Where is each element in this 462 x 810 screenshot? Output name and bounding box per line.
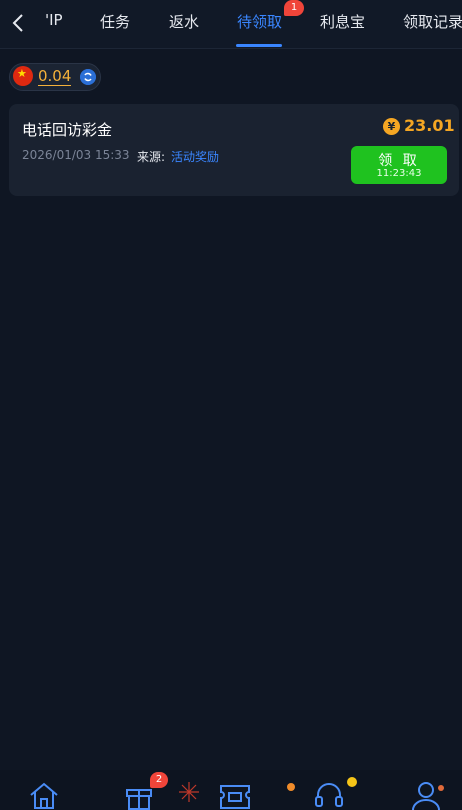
top-navigation: 'IP 任务 返水 待领取 利息宝 领取记录 1	[0, 0, 462, 49]
source-label: 来源:	[137, 150, 166, 164]
refresh-icon[interactable]	[80, 69, 96, 85]
reward-date: 2026/01/03 15:33	[22, 148, 130, 162]
tab-bar: 'IP 任务 返水 待领取 利息宝 领取记录	[42, 0, 462, 48]
support-icon[interactable]	[313, 780, 345, 810]
tab-rebate[interactable]: 返水	[169, 11, 199, 32]
balance-value: 0.04	[38, 67, 72, 86]
gift-badge: 2	[150, 772, 168, 788]
claim-button-label: 领 取	[378, 153, 420, 169]
reward-amount: 23.01	[404, 116, 455, 135]
tab-claim-history[interactable]: 领取记录	[403, 11, 462, 32]
tab-vip[interactable]: 'IP	[45, 11, 63, 29]
balance-pill: ★ 0.04	[9, 63, 101, 91]
claim-button[interactable]: 领 取 11:23:43	[351, 146, 447, 184]
back-arrow-icon[interactable]	[6, 10, 32, 36]
firework-icon	[179, 782, 199, 802]
home-icon[interactable]	[28, 780, 60, 810]
pending-count-badge: 1	[284, 0, 304, 16]
profile-icon[interactable]	[410, 780, 444, 810]
china-flag-icon: ★	[13, 66, 33, 86]
sparkle-icon	[287, 783, 295, 791]
tab-tasks[interactable]: 任务	[100, 11, 130, 32]
active-tab-indicator	[236, 44, 282, 47]
coin-icon: ¥	[383, 118, 400, 135]
claim-countdown: 11:23:43	[376, 168, 422, 179]
tab-pending-claim[interactable]: 待领取	[237, 11, 282, 32]
reward-card: 电话回访彩金 2026/01/03 15:33 来源: 活动奖励 ¥ 23.01…	[9, 104, 459, 196]
ticket-icon[interactable]	[218, 780, 252, 810]
star-burst-icon	[347, 777, 357, 787]
source-value: 活动奖励	[171, 150, 220, 164]
bottom-navigation: 2	[0, 770, 462, 810]
tab-interest[interactable]: 利息宝	[320, 11, 365, 32]
reward-title: 电话回访彩金	[22, 121, 113, 139]
